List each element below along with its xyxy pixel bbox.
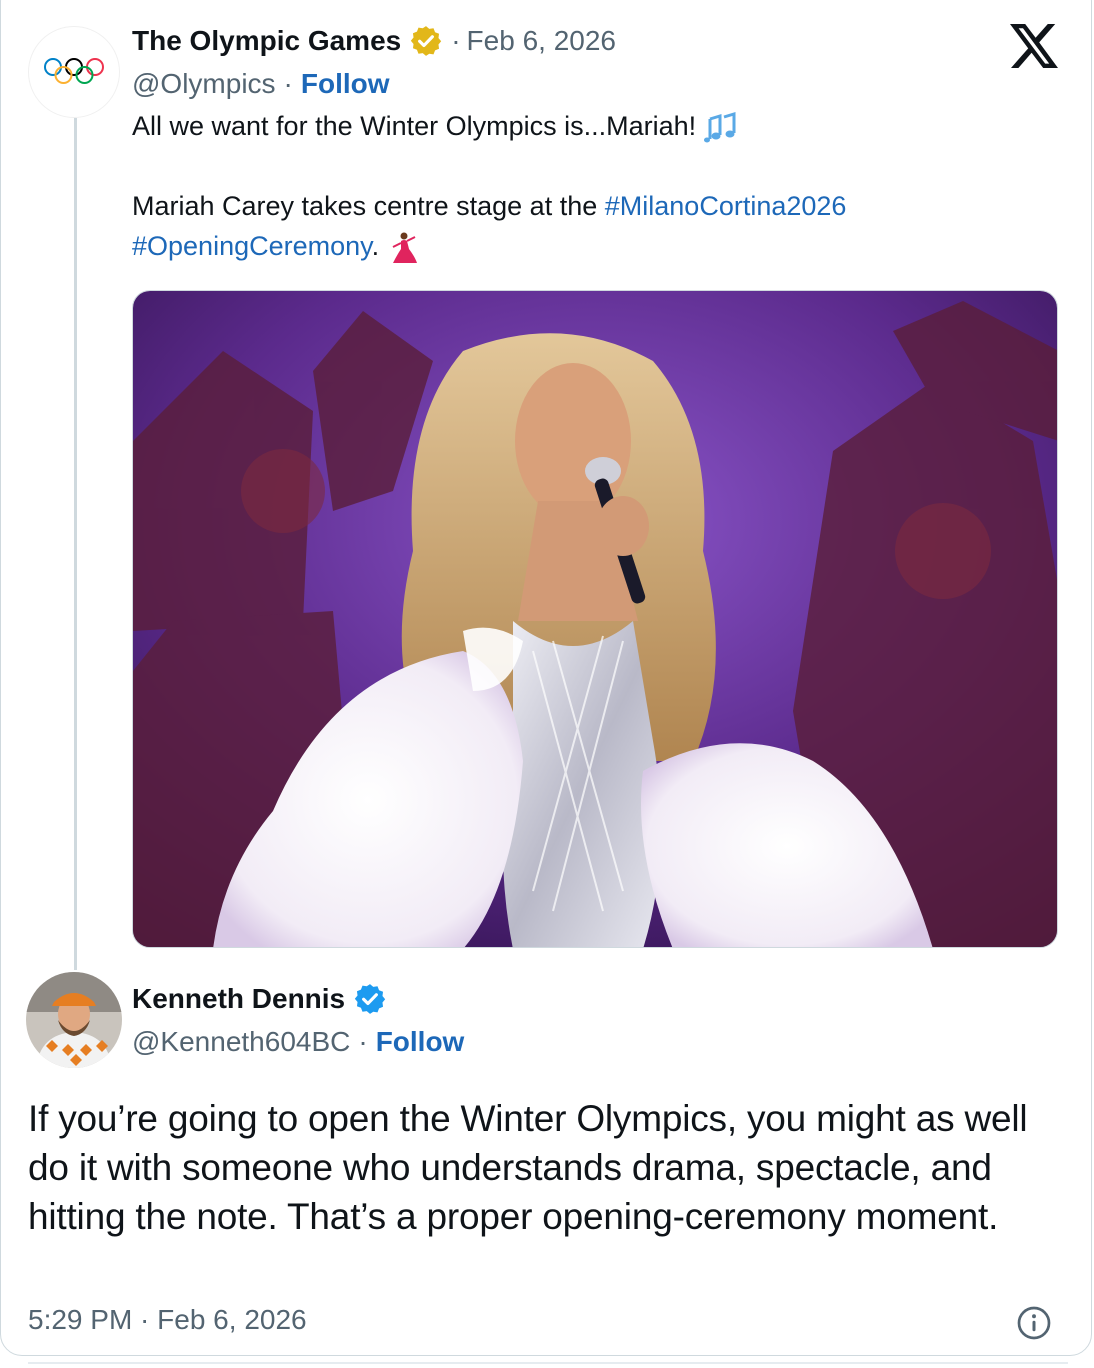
reply-handle[interactable]: @Kenneth604BC xyxy=(132,1026,350,1058)
olympic-rings-icon xyxy=(44,58,104,84)
blue-verified-badge-icon xyxy=(354,984,386,1014)
olympics-avatar[interactable] xyxy=(28,26,120,118)
quoted-handle-row: @Olympics · Follow xyxy=(132,68,390,100)
quoted-text-line2: Mariah Carey takes centre stage at the #… xyxy=(132,186,846,226)
quoted-name-row: The Olympic Games · Feb 6, 2026 xyxy=(132,24,616,58)
kenneth-avatar[interactable] xyxy=(26,972,122,1068)
hashtag-milanocortina2026[interactable]: #MilanoCortina2026 xyxy=(605,191,847,221)
quoted-follow-button[interactable]: Follow xyxy=(301,68,390,100)
separator-dot: · xyxy=(358,1026,368,1057)
quoted-display-name[interactable]: The Olympic Games xyxy=(132,25,401,57)
hashtag-openingceremony[interactable]: #OpeningCeremony xyxy=(132,231,372,261)
quoted-text-line1: All we want for the Winter Olympics is..… xyxy=(132,106,740,146)
quoted-handle[interactable]: @Olympics xyxy=(132,68,276,100)
thread-line xyxy=(74,118,77,970)
x-logo-icon[interactable] xyxy=(1010,24,1058,68)
info-icon[interactable] xyxy=(1016,1305,1052,1341)
quoted-line2-text: Mariah Carey takes centre stage at the xyxy=(132,191,598,221)
quoted-text-line3: #OpeningCeremony. xyxy=(132,226,419,266)
profile-photo-image xyxy=(26,972,122,1068)
separator-dot: · xyxy=(451,25,461,56)
dancer-icon xyxy=(392,232,417,263)
quoted-date[interactable]: Feb 6, 2026 xyxy=(467,25,616,57)
post-timestamp[interactable]: 5:29 PM · Feb 6, 2026 xyxy=(28,1304,307,1336)
reply-handle-row: @Kenneth604BC · Follow xyxy=(132,1026,464,1058)
bottom-divider xyxy=(28,1362,1068,1364)
quoted-line1-text: All we want for the Winter Olympics is..… xyxy=(132,111,697,141)
separator-dot: · xyxy=(283,68,293,99)
post-media-image[interactable] xyxy=(132,290,1058,948)
reply-text: If you’re going to open the Winter Olymp… xyxy=(28,1098,1028,1237)
music-notes-icon xyxy=(703,111,736,143)
reply-name-row: Kenneth Dennis xyxy=(132,982,387,1016)
period-text: . xyxy=(371,231,380,261)
gold-verified-badge-icon xyxy=(411,26,442,56)
reply-display-name[interactable]: Kenneth Dennis xyxy=(132,983,345,1015)
reply-follow-button[interactable]: Follow xyxy=(376,1026,465,1058)
performer-on-stage-image xyxy=(133,291,1057,947)
